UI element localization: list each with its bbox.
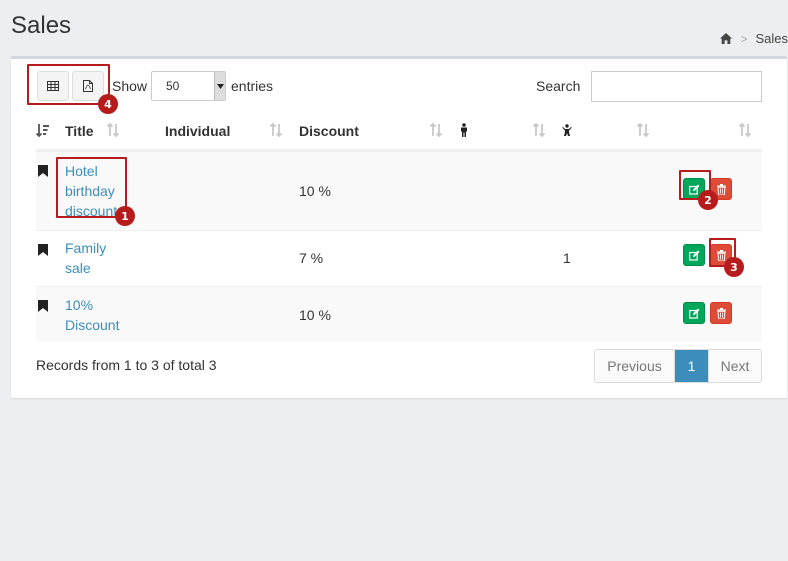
discount-cell: 10 %: [299, 183, 331, 199]
trash-icon: [716, 249, 726, 261]
previous-page-button[interactable]: Previous: [595, 350, 675, 382]
sort-icon[interactable]: [532, 122, 546, 140]
sort-icon[interactable]: [636, 122, 650, 140]
export-excel-button[interactable]: [37, 71, 69, 101]
column-discount[interactable]: Discount: [299, 123, 359, 139]
edit-icon: [688, 184, 699, 195]
chevron-down-icon: [214, 72, 225, 100]
male-person-icon: [459, 123, 469, 140]
discount-cell: 10 %: [299, 307, 331, 323]
pdf-file-icon: [83, 80, 93, 92]
table-icon: [47, 81, 59, 91]
table-header: Title Individual Discount: [35, 114, 762, 151]
entries-label: entries: [231, 78, 274, 94]
page-size-select[interactable]: 50: [151, 71, 226, 101]
breadcrumb: > Sales: [720, 31, 788, 46]
search-input[interactable]: [591, 71, 762, 102]
annotation-badge-4: 4: [98, 94, 118, 114]
sort-icon[interactable]: [269, 122, 283, 140]
pagination: Previous 1 Next: [594, 349, 762, 383]
search-label: Search: [536, 78, 581, 94]
sales-panel: 4 Show 50 entries Search Title Individua…: [11, 56, 787, 398]
bookmark-icon: [38, 243, 48, 259]
annotation-badge-3: 3: [724, 257, 744, 277]
sale-title-link[interactable]: Family sale: [65, 238, 106, 278]
sale-title-link[interactable]: 10% Discount: [65, 295, 119, 335]
trash-icon: [716, 183, 726, 195]
count-cell: 1: [563, 250, 571, 266]
page-button-1[interactable]: 1: [675, 350, 708, 382]
bookmark-icon: [38, 299, 48, 315]
sort-icon[interactable]: [106, 122, 120, 140]
breadcrumb-separator: >: [740, 31, 748, 46]
sale-title-link[interactable]: Hotel birthday discount: [65, 161, 117, 221]
edit-button[interactable]: [683, 244, 705, 266]
next-page-button[interactable]: Next: [708, 350, 761, 382]
sort-icon[interactable]: [738, 122, 752, 140]
edit-icon: [688, 250, 699, 261]
records-info: Records from 1 to 3 of total 3: [36, 357, 217, 373]
bookmark-icon: [38, 164, 48, 180]
show-label: Show: [112, 78, 148, 94]
sort-asc-icon[interactable]: [35, 123, 50, 140]
edit-icon: [688, 308, 699, 319]
column-title[interactable]: Title: [65, 123, 94, 139]
page-title: Sales: [11, 12, 72, 39]
delete-button[interactable]: [710, 302, 732, 324]
page-size-value: 50: [166, 79, 180, 93]
export-pdf-button[interactable]: [72, 71, 104, 101]
annotation-badge-1: 1: [115, 206, 135, 226]
edit-button[interactable]: [683, 302, 705, 324]
table-row: Family sale 7 % 1: [36, 230, 762, 286]
sort-icon[interactable]: [429, 122, 443, 140]
breadcrumb-current: Sales: [755, 31, 788, 46]
column-individual[interactable]: Individual: [165, 123, 230, 139]
annotation-badge-2: 2: [698, 190, 718, 210]
table-row: Hotel birthday discount 10 %: [36, 151, 762, 230]
home-icon[interactable]: [720, 33, 733, 44]
child-person-icon: [562, 123, 572, 140]
sales-table: Title Individual Discount Hotel birthday…: [35, 114, 762, 342]
trash-icon: [716, 307, 726, 319]
table-row: 10% Discount 10 %: [36, 286, 762, 342]
discount-cell: 7 %: [299, 250, 324, 266]
